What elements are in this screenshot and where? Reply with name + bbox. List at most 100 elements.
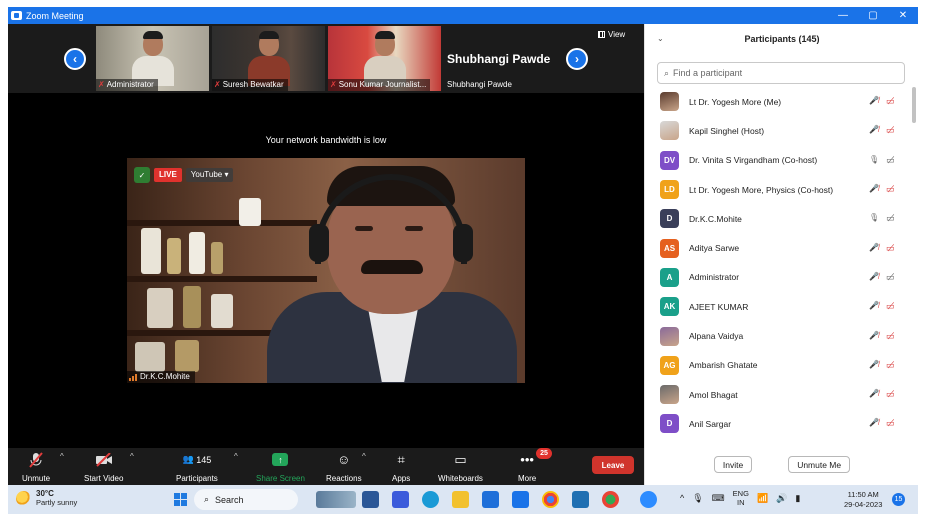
participant-name: Amol Bhagat [689, 389, 738, 400]
video-off-icon: ▭̸ [885, 418, 895, 429]
chrome-icon[interactable] [542, 491, 559, 508]
bandwidth-notice: Your network bandwidth is low [265, 135, 387, 145]
participants-button[interactable]: 👥 145 Participants [176, 451, 218, 483]
windows-start-icon[interactable] [174, 493, 187, 506]
whiteboards-button[interactable]: ▭ Whiteboards [438, 451, 483, 484]
zoom-taskbar-icon[interactable] [640, 491, 657, 508]
keyboard-icon[interactable]: ⌨ [712, 493, 725, 504]
active-speaker-video[interactable]: ✓ LIVE YouTube ▾ Dr.K.C.Mohite [127, 158, 525, 383]
video-thumbnail[interactable]: ✗ Sonu Kumar Journalist... [328, 26, 441, 91]
weather-text: Partly sunny [36, 498, 78, 507]
taskbar-search[interactable]: ⌕ Search [194, 489, 298, 510]
avatar-photo [660, 326, 679, 346]
chevron-up-icon[interactable]: ^ [362, 452, 366, 461]
leave-button[interactable]: Leave [592, 456, 634, 474]
chevron-left-icon[interactable]: ‹ [64, 48, 86, 70]
title-bar: Zoom Meeting — ▢ ✕ [8, 7, 918, 24]
avatar-initials: A [660, 267, 679, 287]
live-stream-controls: ✓ LIVE YouTube ▾ [134, 167, 234, 183]
speaker-name: Dr.K.C.Mohite [140, 372, 190, 381]
weather-temp: 30°C [36, 489, 54, 498]
mic-muted-icon [29, 451, 43, 468]
speaker-name-tag: Dr.K.C.Mohite [127, 371, 195, 383]
participant-row[interactable]: AS Aditya Sarwe 🎤̸ ▭̸ [645, 233, 911, 262]
clock[interactable]: 11:50 AM 29-04-2023 [844, 490, 882, 510]
video-off-icon: ▭̸ [885, 301, 895, 312]
weather-widget[interactable]: 30°C Partly sunny [16, 489, 77, 507]
chevron-up-icon[interactable]: ^ [130, 452, 134, 461]
participant-list: Lt Dr. Yogesh More (Me) 🎤̸ ▭̸ Kapil Singhel… [645, 87, 911, 447]
chevron-up-icon[interactable]: ^ [680, 493, 684, 503]
share-screen-label: Share Screen [256, 474, 305, 483]
apps-label: Apps [392, 474, 411, 483]
store-icon[interactable] [482, 491, 499, 508]
video-off-icon [95, 451, 113, 468]
more-button[interactable]: ••• More [518, 451, 536, 483]
app-icon[interactable] [392, 491, 409, 508]
word-icon[interactable] [362, 491, 379, 508]
close-button[interactable]: ✕ [888, 7, 918, 24]
minimize-button[interactable]: — [828, 7, 858, 24]
apps-button[interactable]: ⌗ Apps [392, 451, 411, 484]
app-icon[interactable] [572, 491, 589, 508]
tile-display-name: Shubhangi Pawde [447, 52, 551, 66]
participant-name: Kapil Singhel (Host) [689, 125, 765, 136]
start-video-button[interactable]: Start Video [84, 451, 123, 483]
file-explorer-icon[interactable] [452, 491, 469, 508]
mic-muted-icon: ✗ [98, 80, 105, 89]
invite-button[interactable]: Invite [713, 456, 753, 473]
participant-row[interactable]: AG Ambarish Ghatate 🎤̸ ▭̸ [645, 351, 911, 380]
maximize-button[interactable]: ▢ [858, 7, 888, 24]
video-off-icon: ▭̸ [885, 242, 895, 253]
widget-icon[interactable] [316, 491, 356, 508]
volume-icon[interactable]: 🔊 [776, 493, 787, 504]
search-input[interactable]: ⌕ Find a participant [657, 62, 905, 84]
people-icon: 👥 [182, 454, 194, 464]
edge-icon[interactable] [422, 491, 439, 508]
avatar-initials: D [660, 414, 679, 434]
name-only-tile[interactable]: Shubhangi Pawde Shubhangi Pawde [443, 26, 560, 91]
taskbar-search-label: Search [215, 494, 244, 505]
reactions-button[interactable]: ☺ Reactions [326, 451, 362, 483]
participant-row[interactable]: Alpana Vaidya 🎤̸ ▭̸ [645, 321, 911, 350]
youtube-dropdown[interactable]: YouTube ▾ [185, 168, 234, 182]
lang-bottom: IN [737, 498, 745, 507]
participant-row[interactable]: A Administrator 🎤̸ ▭̸ [645, 263, 911, 292]
chrome-profile-icon[interactable] [602, 491, 619, 508]
meeting-toolbar: Unmute ^ Start Video ^ 👥 145 Participant… [8, 448, 644, 485]
microphone-icon[interactable]: 🎙 [692, 493, 703, 504]
participant-row[interactable]: DV Dr. Vinita S Virgandham (Co-host) 🎙 ▭̸ [645, 146, 911, 175]
window-title: Zoom Meeting [26, 10, 84, 21]
unmute-me-button[interactable]: Unmute Me [788, 456, 851, 473]
participant-row[interactable]: Amol Bhagat 🎤̸ ▭̸ [645, 380, 911, 409]
participant-row[interactable]: D Anil Sargar 🎤̸ ▭̸ [645, 409, 911, 438]
battery-icon[interactable]: ▮ [795, 493, 800, 504]
unmute-button[interactable]: Unmute [22, 451, 50, 483]
thumbnail-name: Sonu Kumar Journalist... [338, 80, 427, 89]
participant-row[interactable]: D Dr.K.C.Mohite 🎙 ▭̸ [645, 204, 911, 233]
video-thumbnail[interactable]: ✗ Suresh Bewatkar [212, 26, 325, 91]
participants-label: Participants [176, 474, 218, 483]
avatar-initials: DV [660, 150, 679, 170]
thumbnail-strip: ‹ ✗ Administrator ✗ Suresh Bewatkar ✗ Sonu … [8, 24, 644, 93]
wifi-icon[interactable]: 📶 [757, 493, 768, 504]
chevron-up-icon[interactable]: ^ [234, 452, 238, 461]
language-indicator[interactable]: ENG IN [733, 489, 749, 507]
share-screen-button[interactable]: ↑ Share Screen [256, 451, 305, 483]
live-badge[interactable]: LIVE [154, 168, 182, 182]
chevron-up-icon[interactable]: ^ [60, 452, 64, 461]
view-button[interactable]: View [598, 30, 625, 39]
video-thumbnail[interactable]: ✗ Administrator [96, 26, 209, 91]
mic-muted-icon: ✗ [330, 80, 337, 89]
participant-row[interactable]: LD Lt Dr. Yogesh More, Physics (Co-host) 🎤… [645, 175, 911, 204]
chevron-right-icon[interactable]: › [566, 48, 588, 70]
participant-row[interactable]: AK AJEET KUMAR 🎤̸ ▭̸ [645, 292, 911, 321]
notification-count[interactable]: 15 [892, 493, 905, 506]
participant-row[interactable]: Kapil Singhel (Host) 🎤̸ ▭̸ [645, 116, 911, 145]
participant-row[interactable]: Lt Dr. Yogesh More (Me) 🎤̸ ▭̸ [645, 87, 911, 116]
participant-name: Dr.K.C.Mohite [689, 213, 742, 224]
scrollbar[interactable] [912, 87, 916, 447]
view-label: View [608, 30, 626, 39]
mail-icon[interactable] [512, 491, 529, 508]
mic-icon: 🎙 [869, 213, 880, 223]
